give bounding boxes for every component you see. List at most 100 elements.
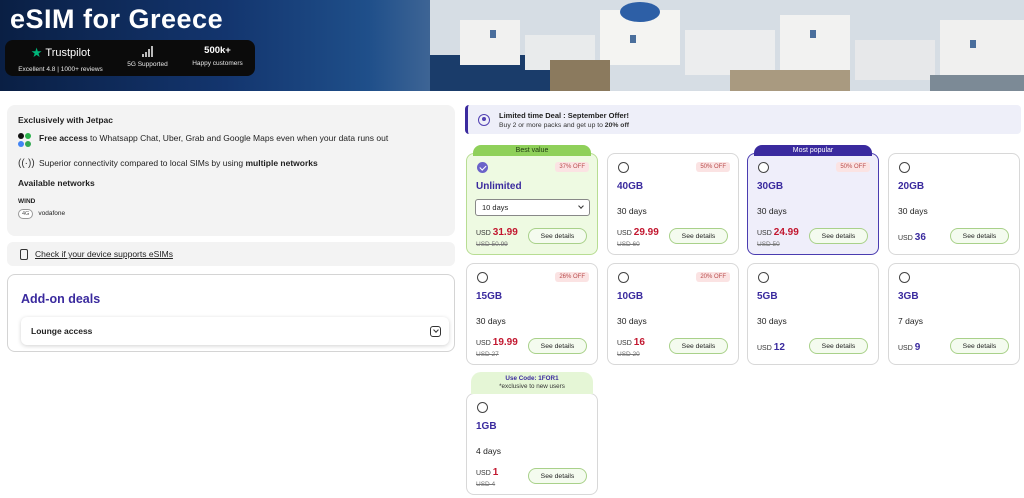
page-title: eSIM for Greece [10,4,224,34]
plan-price: USD 9 [898,342,921,353]
star-icon: ★ [30,45,43,60]
discount-badge: 20% OFF [696,272,730,282]
old-price: USD 50 [757,241,780,248]
promo-banner: Limited time Deal : September Offer! Buy… [465,105,1021,134]
plan-price: USD 36 [898,232,926,243]
lounge-access-accordion[interactable]: Lounge access [21,317,449,345]
plan-days: 4 days [476,446,502,456]
addon-title: Add-on deals [21,292,101,306]
plan-price: USD 16 [617,337,645,348]
plan-radio[interactable] [899,272,910,283]
hero-banner: eSIM for Greece ★ Trustpilot Excellent 4.… [0,0,1024,91]
antenna-icon: ((·)) [18,158,35,169]
plan-card-10gb[interactable]: 20% OFF 10GB 30 days USD 16 USD 20 See de… [607,263,739,365]
customers-value: 500k+ [204,45,231,56]
see-details-button[interactable]: See details [950,228,1009,244]
old-price: USD 20 [617,351,640,358]
santorini-image [430,0,1024,91]
available-networks-heading: Available networks [18,177,95,188]
plan-card-40gb[interactable]: 50% OFF 40GB 30 days USD 29.99 USD 60 See… [607,153,739,255]
promo-subtitle: Buy 2 or more packs and get up to 20% of… [499,121,629,129]
promo-code: Use Code: 1FOR1 [505,375,559,382]
customers-badge: 500k+ Happy customers [185,45,250,67]
see-details-button[interactable]: See details [950,338,1009,354]
plan-name: 10GB [617,291,644,302]
plan-name: 3GB [898,291,919,302]
plan-card-5gb[interactable]: 5GB 30 days USD 12 See details [747,263,879,365]
plan-days: 30 days [476,316,506,326]
plan-radio[interactable] [618,272,629,283]
plan-price: USD 12 [757,342,785,353]
plan-name: 30GB [757,181,784,192]
see-details-button[interactable]: See details [528,338,587,354]
duration-select[interactable]: 10 days [475,199,590,216]
plan-days: 7 days [898,316,924,326]
discount-badge: 26% OFF [555,272,589,282]
plan-price: USD 29.99 [617,227,659,238]
see-details-button[interactable]: See details [528,468,587,484]
discount-badge: 50% OFF [696,162,730,172]
see-details-button[interactable]: See details [669,338,728,354]
old-price: USD 50.99 [476,241,508,248]
addon-card: Add-on deals Lounge access [7,274,455,352]
lounge-access-label: Lounge access [31,326,93,336]
plan-radio[interactable] [618,162,629,173]
plan-card-15gb[interactable]: 26% OFF 15GB 30 days USD 19.99 USD 27 See… [466,263,598,365]
connectivity-line: ((·)) Superior connectivity compared to … [18,158,444,171]
check-device-bar[interactable]: Check if your device supports eSIMs [7,242,455,266]
discount-badge: 50% OFF [836,162,870,172]
apps-icon [18,133,32,151]
plan-name: 15GB [476,291,503,302]
plan-radio[interactable] [477,402,488,413]
free-access-text: to Whatsapp Chat, Uber, Grab and Google … [87,133,389,143]
plan-name: 20GB [898,181,925,192]
promo-code-note: *exclusive to new users [499,383,565,390]
plan-radio[interactable] [477,162,488,173]
chevron-down-icon[interactable] [430,325,441,337]
trust-strip: ★ Trustpilot Excellent 4.8 | 1000+ review… [5,40,255,76]
chevron-down-icon [578,203,584,209]
customers-caption: Happy customers [192,60,243,67]
plan-radio[interactable] [758,272,769,283]
plan-card-30gb[interactable]: Most popular 50% OFF 30GB 30 days USD 24.… [747,145,879,255]
plan-name: 5GB [757,291,778,302]
old-price: USD 60 [617,241,640,248]
plan-price: USD 19.99 [476,337,518,348]
offer-icon [478,113,490,126]
plan-card-3gb[interactable]: 3GB 7 days USD 9 See details [888,263,1020,365]
promo-title: Limited time Deal : September Offer! [499,110,630,120]
plan-name: Unlimited [476,181,522,192]
info-card: Exclusively with Jetpac Free access to W… [7,105,455,236]
plan-days: 30 days [617,206,647,216]
plan-card-1gb[interactable]: Use Code: 1FOR1 *exclusive to new users … [466,372,598,495]
free-access-bold: Free access [39,133,88,143]
signal-icon [120,45,175,57]
plan-card-20gb[interactable]: 20GB 30 days USD 36 See details [888,153,1020,255]
see-details-button[interactable]: See details [528,228,587,244]
trustpilot-caption: Excellent 4.8 | 1000+ reviews [18,66,103,73]
plan-radio[interactable] [477,272,488,283]
plan-price: USD 1 [476,467,499,478]
plan-name: 1GB [476,421,497,432]
free-access-line: Free access to Whatsapp Chat, Uber, Grab… [18,133,444,151]
see-details-button[interactable]: See details [809,228,868,244]
plan-radio[interactable] [758,162,769,173]
plan-days: 30 days [757,206,787,216]
best-value-ribbon: Best value [473,145,591,156]
discount-badge: 37% OFF [555,162,589,172]
plan-days: 30 days [898,206,928,216]
connectivity-bold: multiple networks [245,158,318,168]
plan-name: 40GB [617,181,644,192]
trustpilot-badge[interactable]: ★ Trustpilot Excellent 4.8 | 1000+ review… [13,45,108,73]
phone-icon [20,248,28,260]
plan-radio[interactable] [899,162,910,173]
operator-row: 4G vodafone [18,208,444,219]
connectivity-text: Superior connectivity compared to local … [39,158,246,168]
4g-badge: 4G [18,208,34,219]
see-details-button[interactable]: See details [809,338,868,354]
operator-name: WIND [18,197,36,205]
network-badge: 5G Supported [120,45,175,68]
plan-card-unlimited[interactable]: Best value 37% OFF Unlimited 10 days USD… [466,145,598,255]
check-device-link[interactable]: Check if your device supports eSIMs [35,249,173,259]
see-details-button[interactable]: See details [669,228,728,244]
